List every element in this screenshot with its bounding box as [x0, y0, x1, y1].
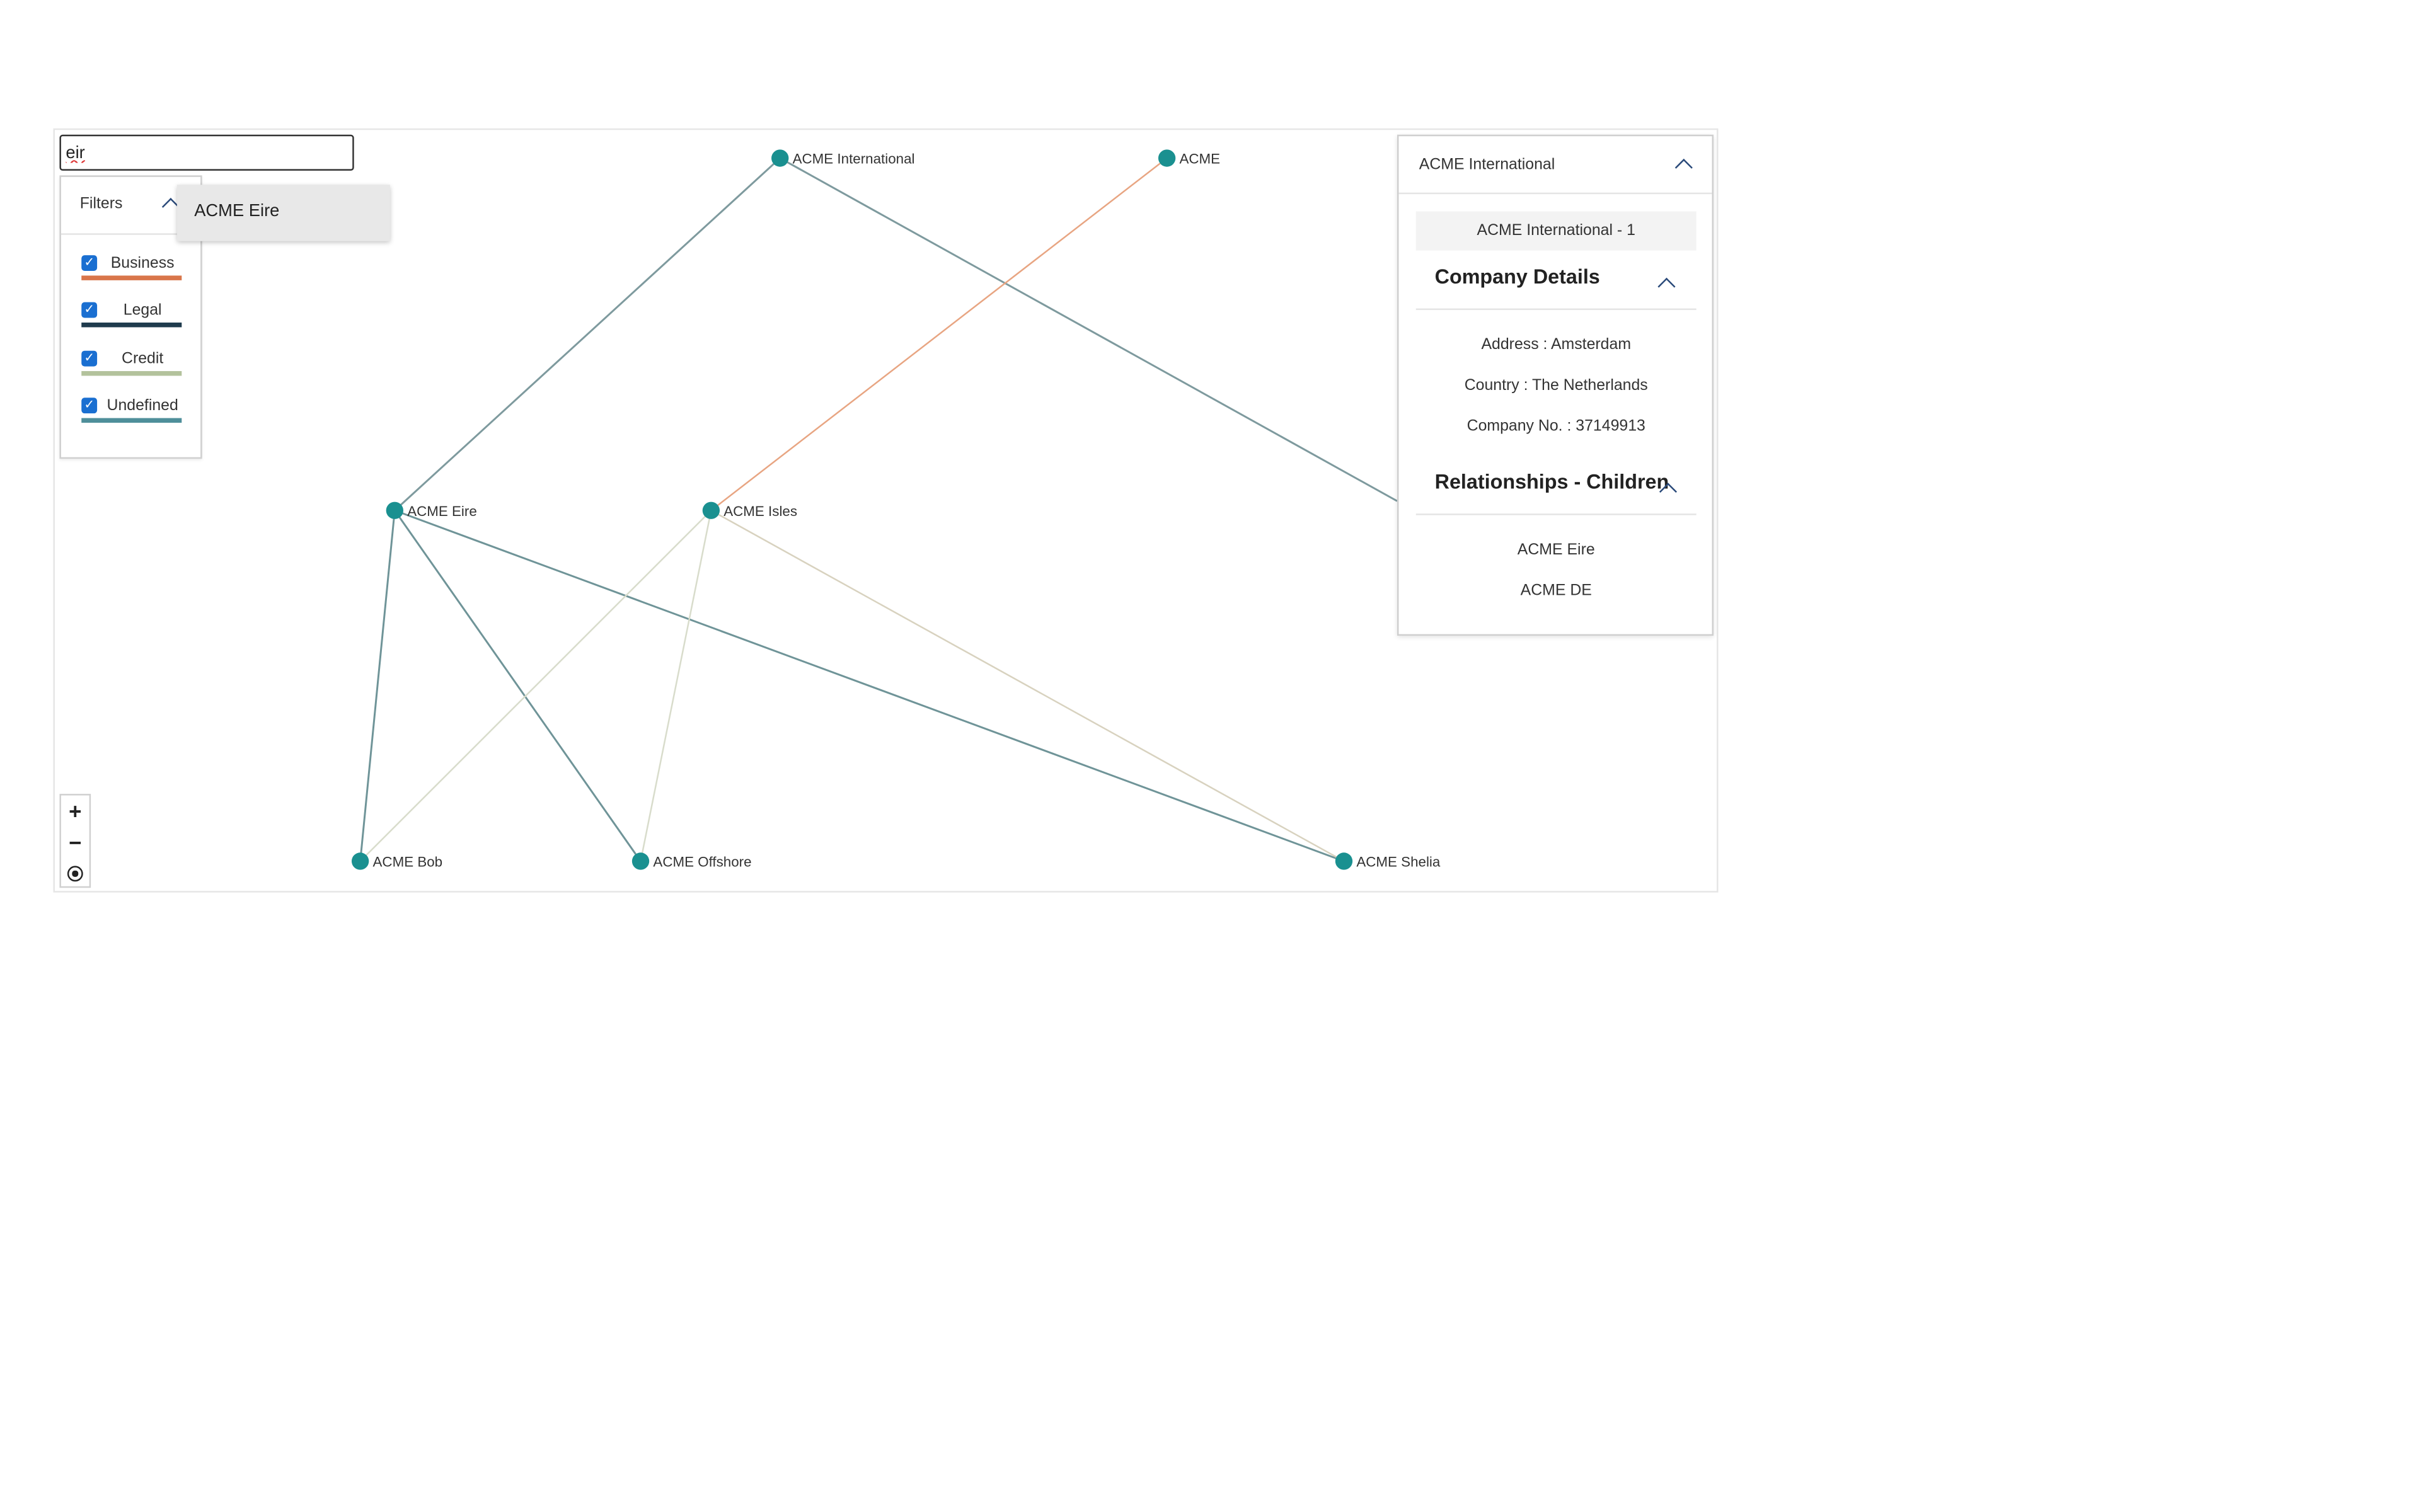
child-item[interactable]: ACME Eire — [1416, 542, 1697, 559]
filter-legal[interactable]: ✓ Legal — [81, 302, 182, 334]
search-suggestions: ACME Eire — [176, 185, 390, 241]
relationships-section[interactable]: Relationships - Children — [1415, 464, 1697, 515]
checkbox-checked-icon[interactable]: ✓ — [81, 350, 98, 367]
graph-node-shelia[interactable]: ACME Shelia — [1335, 852, 1441, 870]
company-number-text: Company No. : 37149913 — [1466, 418, 1645, 435]
zoom-controls: + − — [59, 794, 91, 888]
recenter-button[interactable] — [61, 866, 89, 897]
filter-business[interactable]: ✓ Business — [81, 255, 182, 287]
graph-edge[interactable] — [640, 510, 712, 862]
node-label: ACME International — [793, 151, 915, 167]
child-item[interactable]: ACME DE — [1416, 583, 1697, 600]
company-details-section[interactable]: Company Details — [1415, 258, 1697, 311]
zoom-out-button[interactable]: − — [61, 827, 89, 858]
filter-label: Business — [110, 255, 175, 273]
filter-credit[interactable]: ✓ Credit — [81, 350, 182, 382]
zoom-in-button[interactable]: + — [61, 796, 89, 827]
node-marker[interactable] — [351, 852, 369, 870]
country-text: Country : The Netherlands — [1464, 377, 1648, 395]
node-marker[interactable] — [1335, 852, 1353, 870]
graph-edge[interactable] — [710, 510, 1345, 862]
node-label: ACME Shelia — [1356, 854, 1441, 870]
node-marker[interactable] — [771, 149, 789, 167]
node-label: ACME — [1180, 151, 1221, 167]
node-label: ACME Eire — [407, 503, 477, 519]
graph-edge[interactable] — [394, 509, 1344, 862]
filters-title: Filters — [79, 195, 123, 214]
app-stage: ACME International ACME ACME Eire ACME Isle… — [0, 0, 2420, 1511]
details-header[interactable]: ACME International — [1398, 136, 1712, 195]
graph-node-acme[interactable]: ACME — [1158, 149, 1221, 167]
filter-label: Undefined — [107, 398, 178, 415]
section-title: Relationships - Children — [1434, 469, 1669, 493]
graph-edge[interactable] — [780, 157, 1398, 502]
suggestion-item[interactable]: ACME Eire — [177, 185, 390, 221]
node-label: ACME Isles — [723, 503, 797, 519]
address-text: Address : Amsterdam — [1481, 336, 1632, 354]
node-label: ACME Offshore — [653, 854, 751, 870]
filter-color-line — [81, 322, 182, 328]
graph-edge[interactable] — [394, 157, 781, 512]
node-label: ACME Bob — [373, 854, 443, 870]
graph-node-intl[interactable]: ACME International — [771, 149, 915, 167]
filter-color-line — [81, 371, 182, 376]
chevron-up-icon[interactable] — [1657, 277, 1676, 295]
chevron-up-icon[interactable] — [1674, 158, 1693, 176]
filter-undefined[interactable]: ✓ Undefined — [81, 398, 182, 429]
filter-label: Legal — [123, 302, 162, 320]
graph-node-bob[interactable]: ACME Bob — [351, 852, 443, 870]
graph-node-eire[interactable]: ACME Eire — [386, 501, 477, 519]
details-title: ACME International — [1419, 156, 1555, 174]
checkbox-checked-icon[interactable]: ✓ — [81, 302, 98, 318]
graph-edge[interactable] — [394, 510, 642, 862]
node-marker[interactable] — [1158, 149, 1176, 167]
node-marker[interactable] — [386, 501, 403, 519]
entity-chip: ACME International - 1 — [1415, 211, 1697, 251]
details-panel: ACME International ACME International - … — [1397, 134, 1714, 636]
target-icon — [67, 866, 83, 882]
graph-node-offshore[interactable]: ACME Offshore — [631, 852, 752, 870]
checkbox-checked-icon[interactable]: ✓ — [81, 255, 98, 271]
graph-edge[interactable] — [359, 510, 396, 862]
node-marker[interactable] — [631, 852, 650, 870]
filter-label: Credit — [122, 350, 164, 369]
search-input[interactable] — [59, 134, 354, 171]
section-title: Company Details — [1434, 265, 1600, 289]
filter-color-line — [81, 418, 182, 423]
checkbox-checked-icon[interactable]: ✓ — [81, 398, 98, 414]
node-marker[interactable] — [702, 501, 720, 519]
filter-color-line — [81, 275, 182, 280]
graph-node-isles[interactable]: ACME Isles — [702, 501, 797, 519]
